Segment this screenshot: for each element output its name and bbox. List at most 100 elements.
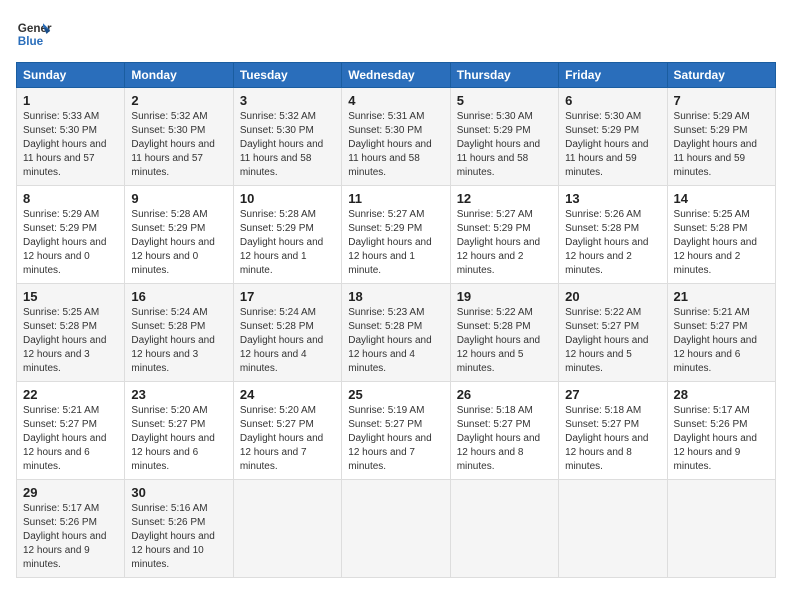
day-number: 12 [457, 191, 552, 206]
day-number: 21 [674, 289, 769, 304]
day-number: 3 [240, 93, 335, 108]
calendar-cell: 10 Sunrise: 5:28 AM Sunset: 5:29 PM Dayl… [233, 186, 341, 284]
day-number: 8 [23, 191, 118, 206]
calendar-cell [667, 480, 775, 578]
calendar-header-row: SundayMondayTuesdayWednesdayThursdayFrid… [17, 63, 776, 88]
day-number: 25 [348, 387, 443, 402]
calendar-cell: 21 Sunrise: 5:21 AM Sunset: 5:27 PM Dayl… [667, 284, 775, 382]
calendar-cell: 2 Sunrise: 5:32 AM Sunset: 5:30 PM Dayli… [125, 88, 233, 186]
calendar-cell [233, 480, 341, 578]
calendar-cell: 3 Sunrise: 5:32 AM Sunset: 5:30 PM Dayli… [233, 88, 341, 186]
calendar-cell: 1 Sunrise: 5:33 AM Sunset: 5:30 PM Dayli… [17, 88, 125, 186]
calendar-week-4: 22 Sunrise: 5:21 AM Sunset: 5:27 PM Dayl… [17, 382, 776, 480]
calendar-cell: 24 Sunrise: 5:20 AM Sunset: 5:27 PM Dayl… [233, 382, 341, 480]
day-header-tuesday: Tuesday [233, 63, 341, 88]
day-number: 17 [240, 289, 335, 304]
day-number: 10 [240, 191, 335, 206]
day-number: 14 [674, 191, 769, 206]
day-number: 6 [565, 93, 660, 108]
day-info: Sunrise: 5:26 AM Sunset: 5:28 PM Dayligh… [565, 208, 660, 278]
day-info: Sunrise: 5:29 AM Sunset: 5:29 PM Dayligh… [23, 208, 118, 278]
calendar-cell: 12 Sunrise: 5:27 AM Sunset: 5:29 PM Dayl… [450, 186, 558, 284]
calendar-cell: 15 Sunrise: 5:25 AM Sunset: 5:28 PM Dayl… [17, 284, 125, 382]
calendar-cell: 23 Sunrise: 5:20 AM Sunset: 5:27 PM Dayl… [125, 382, 233, 480]
day-number: 24 [240, 387, 335, 402]
calendar-week-2: 8 Sunrise: 5:29 AM Sunset: 5:29 PM Dayli… [17, 186, 776, 284]
calendar-cell: 4 Sunrise: 5:31 AM Sunset: 5:30 PM Dayli… [342, 88, 450, 186]
day-info: Sunrise: 5:20 AM Sunset: 5:27 PM Dayligh… [240, 404, 335, 474]
day-info: Sunrise: 5:22 AM Sunset: 5:28 PM Dayligh… [457, 306, 552, 376]
calendar-cell [342, 480, 450, 578]
calendar-cell: 19 Sunrise: 5:22 AM Sunset: 5:28 PM Dayl… [450, 284, 558, 382]
day-info: Sunrise: 5:28 AM Sunset: 5:29 PM Dayligh… [131, 208, 226, 278]
calendar-cell: 25 Sunrise: 5:19 AM Sunset: 5:27 PM Dayl… [342, 382, 450, 480]
day-info: Sunrise: 5:30 AM Sunset: 5:29 PM Dayligh… [457, 110, 552, 180]
day-info: Sunrise: 5:22 AM Sunset: 5:27 PM Dayligh… [565, 306, 660, 376]
calendar-cell: 27 Sunrise: 5:18 AM Sunset: 5:27 PM Dayl… [559, 382, 667, 480]
day-info: Sunrise: 5:21 AM Sunset: 5:27 PM Dayligh… [674, 306, 769, 376]
calendar-week-3: 15 Sunrise: 5:25 AM Sunset: 5:28 PM Dayl… [17, 284, 776, 382]
day-number: 20 [565, 289, 660, 304]
day-number: 2 [131, 93, 226, 108]
calendar-cell: 6 Sunrise: 5:30 AM Sunset: 5:29 PM Dayli… [559, 88, 667, 186]
day-number: 28 [674, 387, 769, 402]
day-number: 9 [131, 191, 226, 206]
day-number: 15 [23, 289, 118, 304]
day-number: 13 [565, 191, 660, 206]
day-number: 16 [131, 289, 226, 304]
calendar-cell: 9 Sunrise: 5:28 AM Sunset: 5:29 PM Dayli… [125, 186, 233, 284]
day-info: Sunrise: 5:27 AM Sunset: 5:29 PM Dayligh… [348, 208, 443, 278]
calendar-cell: 17 Sunrise: 5:24 AM Sunset: 5:28 PM Dayl… [233, 284, 341, 382]
day-info: Sunrise: 5:20 AM Sunset: 5:27 PM Dayligh… [131, 404, 226, 474]
calendar-cell: 28 Sunrise: 5:17 AM Sunset: 5:26 PM Dayl… [667, 382, 775, 480]
day-info: Sunrise: 5:25 AM Sunset: 5:28 PM Dayligh… [23, 306, 118, 376]
page-header: General Blue [16, 16, 776, 52]
day-info: Sunrise: 5:27 AM Sunset: 5:29 PM Dayligh… [457, 208, 552, 278]
day-info: Sunrise: 5:17 AM Sunset: 5:26 PM Dayligh… [23, 502, 118, 572]
day-info: Sunrise: 5:18 AM Sunset: 5:27 PM Dayligh… [565, 404, 660, 474]
calendar-cell [450, 480, 558, 578]
day-info: Sunrise: 5:32 AM Sunset: 5:30 PM Dayligh… [240, 110, 335, 180]
day-header-wednesday: Wednesday [342, 63, 450, 88]
day-number: 22 [23, 387, 118, 402]
day-number: 19 [457, 289, 552, 304]
calendar-cell: 20 Sunrise: 5:22 AM Sunset: 5:27 PM Dayl… [559, 284, 667, 382]
day-number: 5 [457, 93, 552, 108]
calendar-cell: 18 Sunrise: 5:23 AM Sunset: 5:28 PM Dayl… [342, 284, 450, 382]
logo: General Blue [16, 16, 52, 52]
day-info: Sunrise: 5:30 AM Sunset: 5:29 PM Dayligh… [565, 110, 660, 180]
day-info: Sunrise: 5:31 AM Sunset: 5:30 PM Dayligh… [348, 110, 443, 180]
day-header-sunday: Sunday [17, 63, 125, 88]
day-number: 4 [348, 93, 443, 108]
day-info: Sunrise: 5:24 AM Sunset: 5:28 PM Dayligh… [240, 306, 335, 376]
day-number: 29 [23, 485, 118, 500]
calendar-cell: 16 Sunrise: 5:24 AM Sunset: 5:28 PM Dayl… [125, 284, 233, 382]
calendar-week-5: 29 Sunrise: 5:17 AM Sunset: 5:26 PM Dayl… [17, 480, 776, 578]
day-info: Sunrise: 5:21 AM Sunset: 5:27 PM Dayligh… [23, 404, 118, 474]
day-number: 7 [674, 93, 769, 108]
day-info: Sunrise: 5:19 AM Sunset: 5:27 PM Dayligh… [348, 404, 443, 474]
day-info: Sunrise: 5:24 AM Sunset: 5:28 PM Dayligh… [131, 306, 226, 376]
day-info: Sunrise: 5:17 AM Sunset: 5:26 PM Dayligh… [674, 404, 769, 474]
day-header-thursday: Thursday [450, 63, 558, 88]
day-number: 18 [348, 289, 443, 304]
day-info: Sunrise: 5:28 AM Sunset: 5:29 PM Dayligh… [240, 208, 335, 278]
day-info: Sunrise: 5:23 AM Sunset: 5:28 PM Dayligh… [348, 306, 443, 376]
day-number: 23 [131, 387, 226, 402]
day-number: 26 [457, 387, 552, 402]
svg-text:Blue: Blue [18, 35, 44, 48]
calendar-cell: 11 Sunrise: 5:27 AM Sunset: 5:29 PM Dayl… [342, 186, 450, 284]
day-number: 1 [23, 93, 118, 108]
day-info: Sunrise: 5:29 AM Sunset: 5:29 PM Dayligh… [674, 110, 769, 180]
calendar-table: SundayMondayTuesdayWednesdayThursdayFrid… [16, 62, 776, 578]
calendar-cell: 29 Sunrise: 5:17 AM Sunset: 5:26 PM Dayl… [17, 480, 125, 578]
day-info: Sunrise: 5:33 AM Sunset: 5:30 PM Dayligh… [23, 110, 118, 180]
day-info: Sunrise: 5:18 AM Sunset: 5:27 PM Dayligh… [457, 404, 552, 474]
day-info: Sunrise: 5:16 AM Sunset: 5:26 PM Dayligh… [131, 502, 226, 572]
day-header-monday: Monday [125, 63, 233, 88]
day-info: Sunrise: 5:32 AM Sunset: 5:30 PM Dayligh… [131, 110, 226, 180]
calendar-cell: 30 Sunrise: 5:16 AM Sunset: 5:26 PM Dayl… [125, 480, 233, 578]
day-header-friday: Friday [559, 63, 667, 88]
calendar-cell [559, 480, 667, 578]
calendar-cell: 13 Sunrise: 5:26 AM Sunset: 5:28 PM Dayl… [559, 186, 667, 284]
